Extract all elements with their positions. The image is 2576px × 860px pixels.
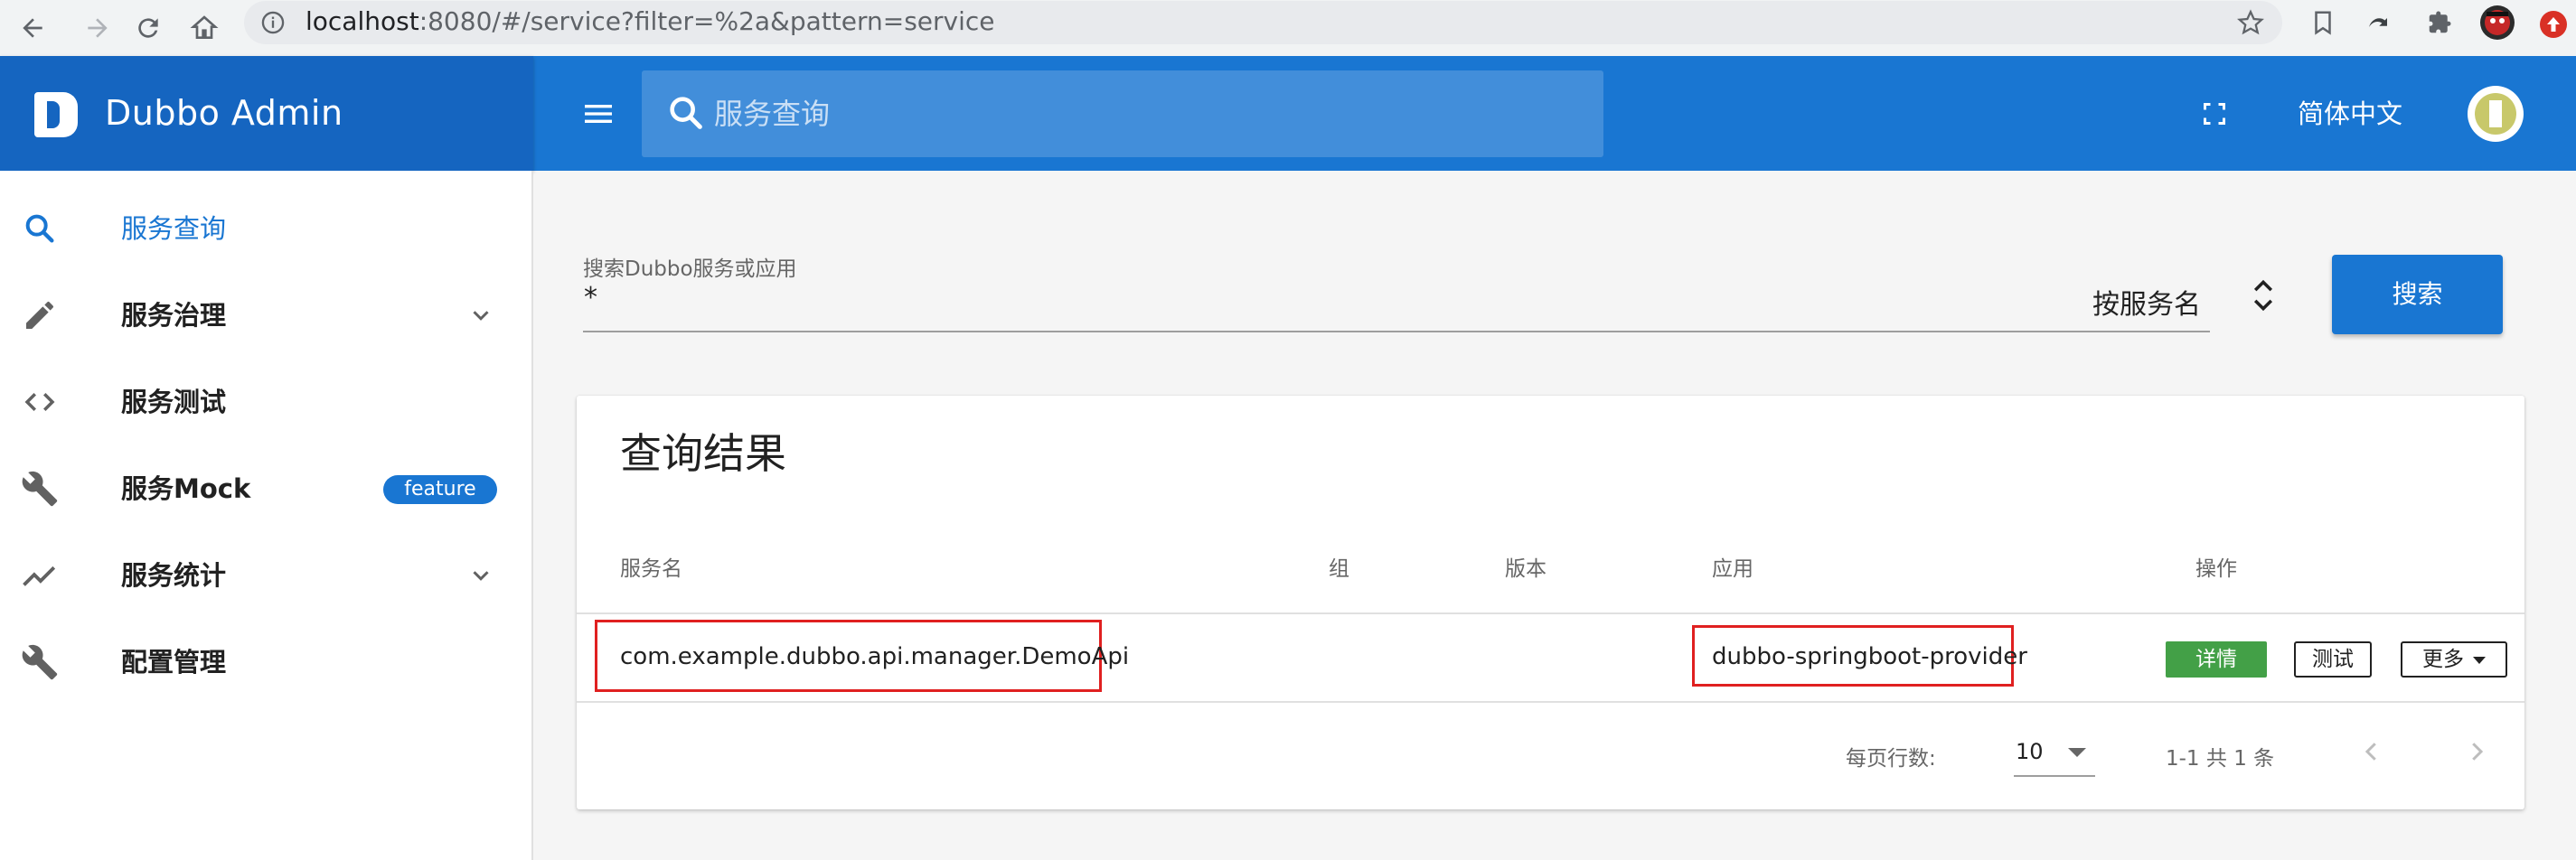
browser-toolbar: localhost:8080/#/service?filter=%2a&patt… (0, 0, 2576, 56)
more-button[interactable]: 更多 (2401, 641, 2507, 678)
prev-page-icon[interactable] (2350, 730, 2393, 773)
sidebar-item-label: 配置管理 (121, 647, 227, 678)
search-icon (20, 209, 60, 248)
rows-per-page-value: 10 (2016, 739, 2044, 764)
chevron-down-icon[interactable] (463, 559, 499, 592)
info-icon[interactable] (260, 10, 286, 35)
dubbo-logo-icon (34, 92, 78, 137)
avatar[interactable] (2468, 86, 2524, 142)
sidebar-item-service-stats[interactable]: 服务统计 (0, 532, 531, 619)
caret-down-icon (2068, 748, 2086, 757)
results-card: 查询结果 服务名 组 版本 应用 操作 com.example.dubbo.ap… (577, 396, 2524, 809)
column-header-version[interactable]: 版本 (1505, 551, 1547, 582)
star-icon[interactable] (2228, 0, 2273, 45)
brand: Dubbo Admin (0, 56, 533, 171)
sidebar-item-label: 服务测试 (121, 387, 227, 417)
global-search-input[interactable]: 服务查询 (642, 70, 1603, 157)
row-divider (577, 701, 2524, 703)
detail-button[interactable]: 详情 (2166, 641, 2267, 678)
search-field[interactable]: * (584, 282, 597, 313)
menu-icon[interactable] (571, 87, 625, 141)
sidebar-item-label: 服务统计 (121, 560, 227, 591)
sidebar-item-service-governance[interactable]: 服务治理 (0, 272, 531, 359)
reload-icon[interactable] (127, 6, 170, 50)
app-cell[interactable]: dubbo-springboot-provider (1712, 643, 2027, 670)
column-header-app[interactable]: 应用 (1712, 551, 1753, 582)
fullscreen-icon[interactable] (2187, 87, 2242, 141)
chevron-down-icon[interactable] (463, 299, 499, 332)
sidebar: 服务查询 服务治理 服务测试 服务Mock feature 服务统计 配置管理 (0, 171, 533, 860)
search-icon (665, 92, 707, 134)
service-name-cell[interactable]: com.example.dubbo.api.manager.DemoApi (620, 643, 1129, 670)
forward-icon[interactable] (76, 6, 119, 50)
sidebar-item-config-management[interactable]: 配置管理 (0, 619, 531, 706)
header-divider (577, 612, 2524, 614)
next-page-icon[interactable] (2455, 730, 2498, 773)
app-title: Dubbo Admin (105, 93, 343, 133)
bookmark-icon[interactable] (2300, 0, 2346, 45)
sync-icon[interactable] (2355, 0, 2401, 45)
search-placeholder: 服务查询 (714, 97, 831, 131)
url-text[interactable]: localhost:8080/#/service?filter=%2a&patt… (306, 0, 995, 43)
feature-badge: feature (383, 475, 497, 504)
more-button-label: 更多 (2422, 648, 2464, 671)
back-icon[interactable] (11, 6, 54, 50)
sidebar-item-service-mock[interactable]: 服务Mock feature (0, 445, 531, 532)
pencil-icon (20, 295, 60, 335)
search-field-underline (583, 331, 2210, 332)
column-header-actions: 操作 (2195, 557, 2237, 581)
page-range: 1-1 共 1 条 (2166, 747, 2275, 771)
trending-icon (20, 556, 60, 595)
language-button[interactable]: 简体中文 (2278, 87, 2422, 141)
column-header-service[interactable]: 服务名 (620, 551, 682, 582)
search-field-label: 搜索Dubbo服务或应用 (583, 257, 797, 281)
rows-per-page-label: 每页行数: (1846, 747, 1936, 771)
wrench-icon (20, 642, 60, 682)
home-icon[interactable] (183, 6, 226, 50)
results-title: 查询结果 (620, 429, 786, 478)
column-header-group[interactable]: 组 (1329, 551, 1349, 582)
test-button[interactable]: 测试 (2294, 641, 2372, 678)
update-icon[interactable] (2531, 2, 2576, 47)
sidebar-item-service-query[interactable]: 服务查询 (0, 185, 531, 272)
code-icon (20, 382, 60, 422)
caret-down-icon (2473, 656, 2486, 664)
wrench-icon (20, 469, 60, 509)
rows-per-page-select[interactable]: 10 (2014, 726, 2095, 777)
sidebar-item-label: 服务治理 (121, 300, 227, 331)
search-type-select[interactable]: 按服务名 (2092, 282, 2201, 322)
unfold-icon[interactable] (2243, 271, 2283, 320)
sidebar-item-label: 服务Mock (121, 473, 251, 504)
extensions-icon[interactable] (2417, 0, 2462, 45)
profile-icon[interactable] (2475, 0, 2520, 45)
search-button[interactable]: 搜索 (2332, 255, 2503, 334)
sidebar-item-service-test[interactable]: 服务测试 (0, 359, 531, 445)
sidebar-item-label: 服务查询 (121, 213, 227, 244)
